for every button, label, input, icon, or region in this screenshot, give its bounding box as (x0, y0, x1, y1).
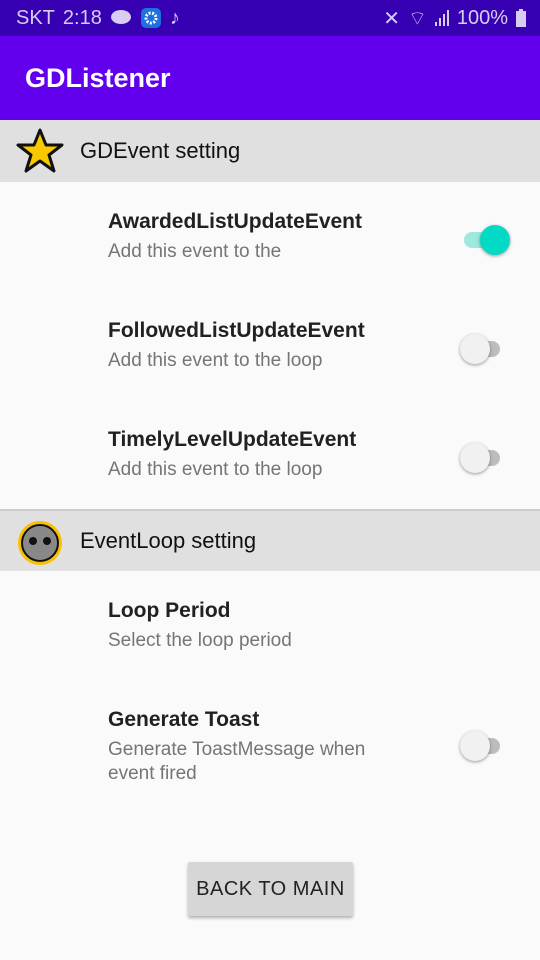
pref-awarded[interactable]: AwardedListUpdateEvent Add this event to… (0, 182, 540, 291)
signal-icon (434, 10, 449, 26)
category-gdevent: GDEvent setting (0, 120, 540, 182)
face-icon (0, 516, 80, 566)
settings-icon (140, 7, 162, 29)
pref-summary: Add this event to the loop (108, 459, 323, 480)
wifi-icon: ⌔ (408, 7, 427, 30)
status-bar: SKT 2:18 ♪ ✕ ⌔ 100% (0, 0, 540, 36)
pref-summary: Add this event to the (108, 241, 282, 262)
category-eventloop: EventLoop setting (0, 509, 540, 571)
category-title: EventLoop setting (80, 528, 257, 553)
followed-toggle[interactable] (460, 334, 500, 364)
chat-icon (110, 9, 132, 27)
timely-toggle[interactable] (460, 443, 500, 473)
pref-title: Generate Toast (108, 708, 260, 731)
clock: 2:18 (62, 6, 102, 29)
toast-toggle[interactable] (460, 731, 500, 761)
star-icon (0, 128, 80, 174)
pref-summary: Select the loop period (108, 630, 292, 651)
pref-summary: Generate ToastMessage when event fired (108, 739, 366, 784)
back-to-main-button[interactable]: BACK TO MAIN (188, 862, 353, 916)
app-title: GDListener (25, 62, 171, 93)
pref-toast[interactable]: Generate Toast Generate ToastMessage whe… (0, 680, 540, 789)
battery-level: 100% (456, 6, 508, 29)
category-title: GDEvent setting (80, 138, 241, 163)
pref-followed[interactable]: FollowedListUpdateEvent Add this event t… (0, 291, 540, 400)
battery-icon (516, 9, 526, 27)
app-bar: GDListener (0, 36, 540, 120)
awarded-toggle[interactable] (464, 225, 510, 255)
pref-timely[interactable]: TimelyLevelUpdateEvent Add this event to… (0, 400, 540, 509)
pref-summary: Add this event to the loop (108, 350, 323, 371)
pref-title: AwardedListUpdateEvent (108, 210, 362, 233)
mute-icon: ✕ (383, 7, 401, 30)
pref-loop-period[interactable]: Loop Period Select the loop period (0, 571, 540, 680)
carrier: SKT (16, 6, 55, 29)
pref-title: Loop Period (108, 599, 231, 622)
music-icon: ♪ (169, 6, 180, 29)
